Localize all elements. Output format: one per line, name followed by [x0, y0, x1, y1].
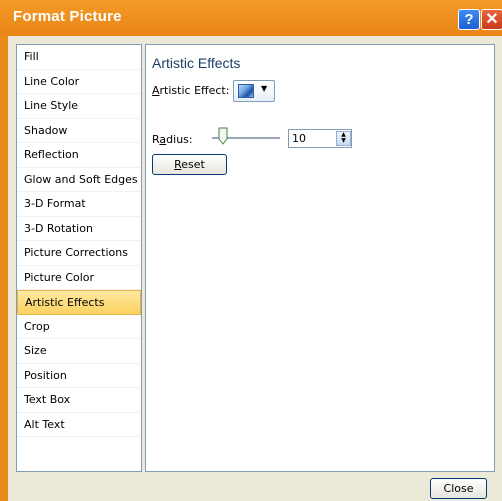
effect-preview-icon: [238, 84, 254, 98]
artistic-effects-panel: Artistic Effects Artistic Effect: ▼ Radi…: [145, 44, 495, 472]
sidebar-item-picture-color[interactable]: Picture Color: [17, 266, 141, 290]
chevron-down-icon: ▼: [261, 84, 268, 93]
reset-button[interactable]: Reset: [152, 154, 227, 175]
panel-heading: Artistic Effects: [152, 55, 241, 71]
spin-arrows-icon[interactable]: ▲ ▼: [336, 131, 351, 146]
sidebar-item-glow-and-soft-edges[interactable]: Glow and Soft Edges: [17, 168, 141, 192]
sidebar-item-artistic-effects[interactable]: Artistic Effects: [17, 290, 141, 315]
sidebar-item-3-d-format[interactable]: 3-D Format: [17, 192, 141, 217]
sidebar-item-line-color[interactable]: Line Color: [17, 70, 141, 94]
sidebar-item-line-style[interactable]: Line Style: [17, 94, 141, 119]
dialog-title: Format Picture: [13, 8, 122, 25]
sidebar-item-shadow[interactable]: Shadow: [17, 119, 141, 143]
close-icon[interactable]: ✕: [481, 9, 502, 30]
sidebar-item-text-box[interactable]: Text Box: [17, 388, 141, 413]
sidebar-item-alt-text[interactable]: Alt Text: [17, 413, 141, 437]
radius-slider-thumb[interactable]: [218, 127, 228, 145]
help-button[interactable]: ?: [458, 9, 480, 30]
sidebar-item-reflection[interactable]: Reflection: [17, 143, 141, 168]
sidebar-item-picture-corrections[interactable]: Picture Corrections: [17, 241, 141, 266]
sidebar-item-3-d-rotation[interactable]: 3-D Rotation: [17, 217, 141, 241]
radius-spinner[interactable]: ▲▼: [288, 129, 352, 148]
sidebar-item-fill[interactable]: Fill: [17, 45, 141, 70]
sidebar-item-position[interactable]: Position: [17, 364, 141, 388]
dialog-body: Fill Line Color Line Style Shadow Reflection…: [8, 36, 502, 501]
category-list: Fill Line Color Line Style Shadow Reflection…: [16, 44, 142, 472]
sidebar-item-size[interactable]: Size: [17, 339, 141, 364]
radius-input[interactable]: [292, 131, 332, 146]
radius-label: Radius:: [152, 133, 193, 146]
format-picture-dialog: Format Picture ? ✕ Fill Line Color Line St…: [0, 0, 502, 501]
sidebar-item-crop[interactable]: Crop: [17, 315, 141, 339]
close-button[interactable]: Close: [430, 478, 487, 499]
artistic-effect-label: Artistic Effect:: [152, 84, 230, 97]
title-bar[interactable]: Format Picture ? ✕: [0, 0, 502, 36]
artistic-effect-dropdown[interactable]: ▼: [233, 80, 275, 102]
